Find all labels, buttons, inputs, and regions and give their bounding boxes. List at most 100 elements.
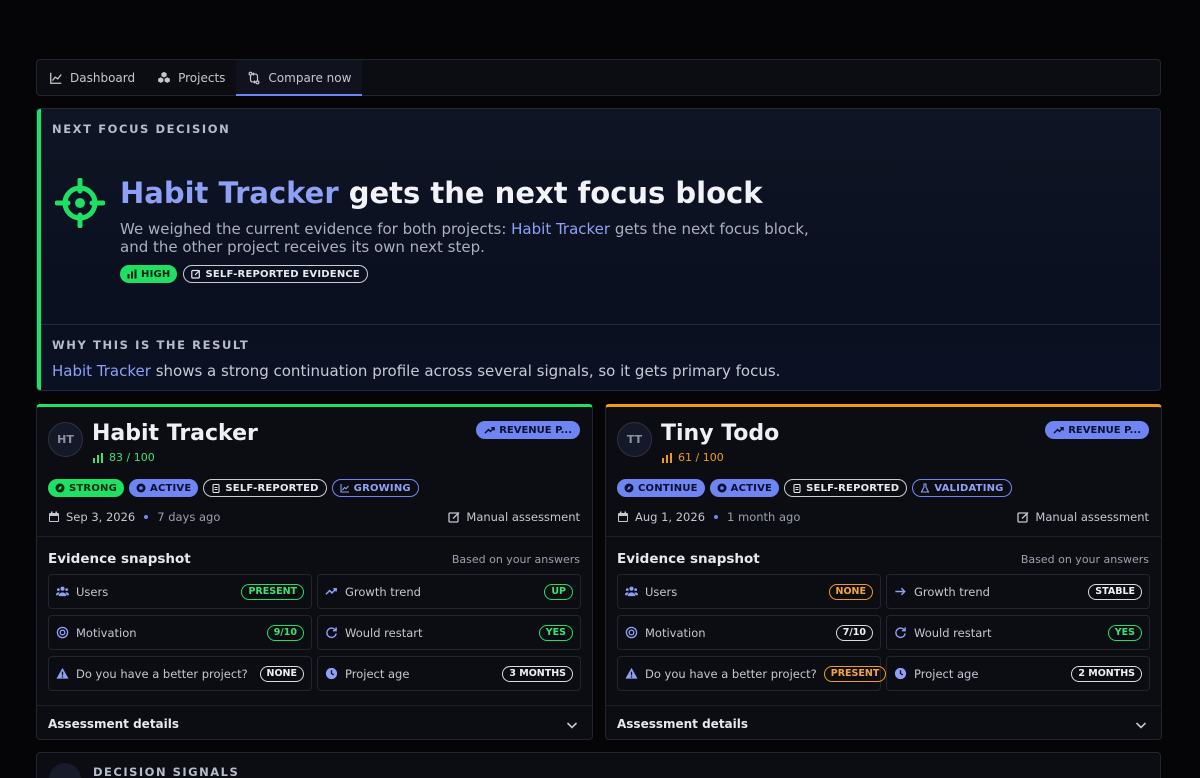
tab-dashboard[interactable]: Dashboard — [38, 60, 146, 95]
title-suffix: gets the next focus block — [348, 176, 763, 210]
chart-line-icon — [340, 484, 349, 493]
decision-description: We weighed the current evidence for both… — [120, 220, 840, 256]
evidence-value: STABLE — [1088, 583, 1142, 600]
project-name[interactable]: Habit Tracker — [92, 421, 258, 446]
top-nav: Dashboard Projects Compare now — [36, 59, 1161, 96]
chart-line-icon — [50, 72, 62, 84]
snapshot-subtitle: Based on your answers — [1020, 553, 1149, 566]
evidence-value: 3 MONTHS — [502, 665, 573, 682]
assessment-details-toggle[interactable]: Assessment details — [617, 717, 748, 731]
evidence-label: Project age — [345, 666, 410, 681]
revenue-badge: REVENUE P... — [1045, 421, 1149, 439]
evidence-users: Users NONE — [617, 574, 881, 609]
chevron-down-icon[interactable] — [1134, 718, 1148, 732]
score-value: 61 / 100 — [678, 451, 724, 464]
desc-project-link[interactable]: Habit Tracker — [511, 220, 610, 238]
evidence-label: Users — [645, 584, 678, 599]
evidence-growth-trend: Growth trend UP — [317, 574, 581, 609]
evidence-value: 7/10 — [835, 624, 873, 641]
tag-label: ACTIVE — [150, 482, 192, 494]
confidence-label: HIGH — [141, 268, 171, 280]
focus-decision-panel: NEXT FOCUS DECISION Habit Tracker gets t… — [36, 108, 1161, 391]
why-eyebrow: WHY THIS IS THE RESULT — [52, 338, 250, 352]
warning-icon — [625, 667, 638, 679]
warning-icon — [56, 667, 69, 679]
evidence-motivation: Motivation 9/10 — [48, 615, 312, 650]
calendar-icon — [618, 511, 628, 522]
bar-chart-icon — [127, 269, 137, 279]
tag-list: CONTINUE ACTIVE SELF-REPORTED VALIDATING — [617, 479, 1012, 497]
why-project-link[interactable]: Habit Tracker — [52, 362, 151, 380]
tag-self-reported: SELF-REPORTED — [784, 479, 908, 497]
tag-list: STRONG ACTIVE SELF-REPORTED GROWING — [48, 479, 419, 497]
winning-project-link[interactable]: Habit Tracker — [120, 176, 339, 210]
evidence-label: Motivation — [76, 625, 137, 640]
evidence-motivation: Motivation 7/10 — [617, 615, 881, 650]
trending-up-icon — [1053, 426, 1065, 434]
chevron-down-icon[interactable] — [565, 718, 579, 732]
score: 61 / 100 — [661, 451, 724, 464]
dot-circle-icon — [136, 483, 146, 493]
evidence-value: YES — [1107, 624, 1142, 641]
revenue-label: REVENUE P... — [499, 424, 572, 436]
avatar: HT — [48, 422, 83, 457]
evidence-label: Do you have a better project? — [645, 666, 817, 681]
relative-time: 1 month ago — [727, 510, 801, 524]
assessment-date: Aug 1, 2026 1 month ago — [617, 510, 800, 524]
tag-active: ACTIVE — [129, 479, 199, 497]
tag-label: SELF-REPORTED — [225, 482, 319, 494]
separator-dot — [144, 515, 149, 519]
clipboard-icon — [793, 483, 801, 493]
cubes-icon — [158, 71, 170, 83]
manual-assessment: Manual assessment — [448, 510, 580, 524]
evidence-better-project: Do you have a better project? PRESENT — [617, 656, 887, 691]
signals-title: DECISION SIGNALS — [93, 765, 240, 778]
snapshot-subtitle: Based on your answers — [451, 553, 580, 566]
edit-icon — [1017, 512, 1029, 523]
bar-chart-icon — [93, 452, 103, 463]
decision-title: Habit Tracker gets the next focus block — [120, 176, 762, 210]
evidence-label: Would restart — [345, 625, 423, 640]
tag-active: ACTIVE — [709, 479, 780, 497]
score: 83 / 100 — [92, 451, 155, 464]
project-name[interactable]: Tiny Todo — [661, 421, 779, 446]
divider — [606, 536, 1161, 537]
evidence-label: Growth trend — [914, 584, 990, 599]
snapshot-title: Evidence snapshot — [617, 551, 760, 567]
evidence-value: NONE — [828, 583, 873, 600]
dot-circle-icon — [717, 483, 727, 493]
evidence-value: PRESENT — [823, 665, 887, 682]
tag-label: VALIDATING — [934, 482, 1004, 494]
evidence-label: SELF-REPORTED EVIDENCE — [205, 268, 360, 280]
revenue-label: REVENUE P... — [1068, 424, 1141, 436]
evidence-better-project: Do you have a better project? NONE — [48, 656, 312, 691]
manual-label: Manual assessment — [1035, 510, 1149, 524]
assessment-details-toggle[interactable]: Assessment details — [48, 717, 179, 731]
tag-validating: VALIDATING — [912, 479, 1012, 497]
evidence-badge: SELF-REPORTED EVIDENCE — [183, 265, 368, 283]
score-value: 83 / 100 — [109, 451, 155, 464]
project-card-tiny-todo: TT Tiny Todo 61 / 100 REVENUE P... CONTI… — [605, 404, 1162, 740]
tag-label: GROWING — [353, 482, 411, 494]
target-icon — [625, 626, 638, 639]
users-icon — [625, 586, 638, 597]
snapshot-title: Evidence snapshot — [48, 551, 191, 567]
tab-compare-now[interactable]: Compare now — [236, 60, 363, 96]
manual-assessment: Manual assessment — [1017, 510, 1149, 524]
desc-prefix: We weighed the current evidence for both… — [120, 220, 512, 238]
evidence-value: 2 MONTHS — [1071, 665, 1142, 682]
project-card-habit-tracker: HT Habit Tracker 83 / 100 REVENUE P... S… — [36, 404, 593, 740]
relative-time: 7 days ago — [157, 510, 221, 524]
why-sentence: shows a strong continuation profile acro… — [150, 362, 781, 380]
evidence-grid: Users PRESENT Growth trend UP Motivation… — [48, 574, 581, 691]
tab-projects[interactable]: Projects — [146, 60, 236, 95]
manual-label: Manual assessment — [466, 510, 580, 524]
tag-growing: GROWING — [331, 479, 419, 497]
why-text: Habit Tracker shows a strong continuatio… — [52, 362, 780, 380]
clock-icon — [325, 667, 338, 680]
evidence-project-age: Project age 3 MONTHS — [317, 656, 581, 691]
confidence-badge: HIGH — [120, 265, 178, 283]
evidence-growth-trend: Growth trend STABLE — [886, 574, 1150, 609]
decision-eyebrow: NEXT FOCUS DECISION — [52, 122, 231, 136]
tab-label: Dashboard — [70, 70, 136, 85]
